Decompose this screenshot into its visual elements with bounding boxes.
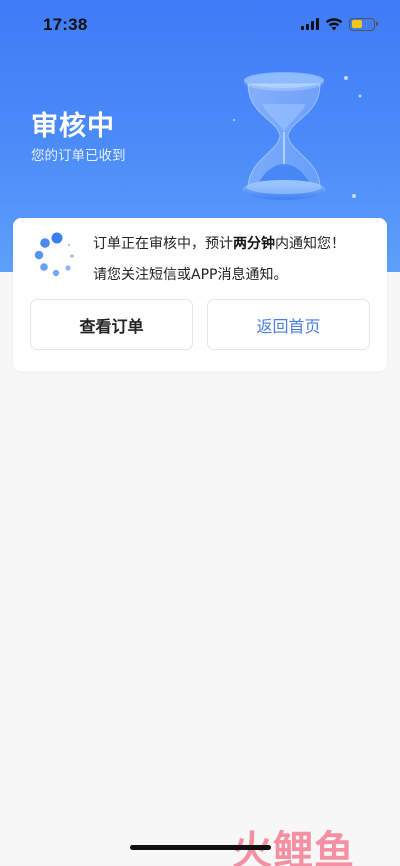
- status-time: 17:38: [43, 15, 88, 34]
- status-icons: [301, 17, 378, 31]
- watermark-logo: 火鲤鱼: [232, 828, 355, 866]
- view-orders-button[interactable]: 查看订单: [30, 299, 193, 350]
- back-home-button[interactable]: 返回首页: [207, 299, 370, 350]
- notice-suffix: 内通知您！: [275, 236, 345, 252]
- notice-line-2: 请您关注短信或APP消息通知。: [93, 267, 288, 283]
- hourglass-icon: [232, 72, 362, 200]
- status-card: 订单正在审核中，预计两分钟内通知您！ 请您关注短信或APP消息通知。 查看订单 …: [13, 218, 387, 371]
- loading-spinner-icon: [34, 232, 74, 277]
- signal-icon: [301, 18, 319, 30]
- page-subtitle: 您的订单已收到: [31, 148, 126, 164]
- notice-line-1: 订单正在审核中，预计两分钟内通知您！: [93, 233, 345, 253]
- battery-icon: [349, 17, 378, 31]
- page-title: 审核中: [31, 111, 115, 142]
- notice-emphasis: 两分钟: [233, 236, 275, 252]
- status-bar: 17:38: [0, 0, 400, 50]
- wifi-icon: [325, 17, 343, 30]
- notice-prefix: 订单正在审核中，预计: [93, 236, 233, 252]
- home-indicator[interactable]: [130, 845, 271, 850]
